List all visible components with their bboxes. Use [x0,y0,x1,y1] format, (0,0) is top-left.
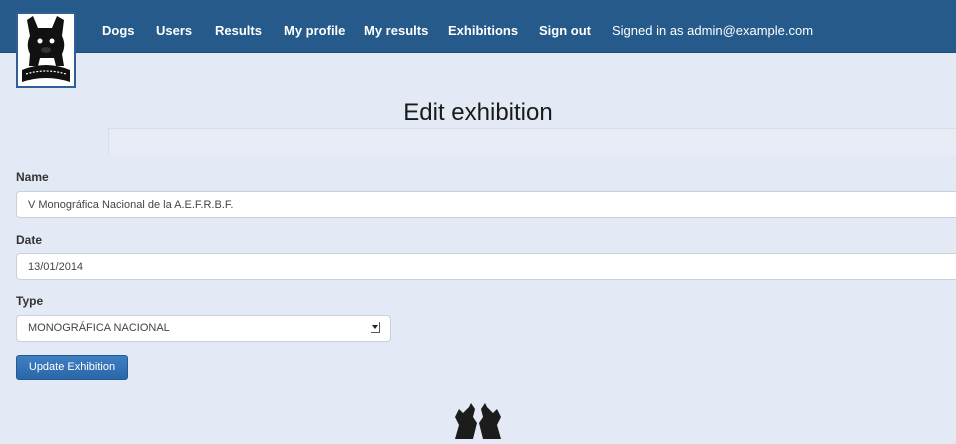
signed-in-status: Signed in as admin@example.com [612,23,814,38]
name-input[interactable] [16,191,956,218]
page-title: Edit exhibition [403,99,553,126]
date-label: Date [16,233,43,247]
type-label: Type [16,294,44,308]
nav-my-results-link[interactable]: My results [364,23,428,38]
nav-sign-out-link[interactable]: Sign out [539,23,591,38]
date-input[interactable] [16,253,956,280]
top-navbar: Dogs Users Results My profile My results… [0,0,956,53]
nav-exhibitions-link[interactable]: Exhibitions [448,23,518,38]
nav-dogs-link[interactable]: Dogs [102,23,135,38]
french-bulldog-logo-graphic [22,16,70,82]
title-panel [108,128,956,155]
french-bulldog-logo-icon[interactable] [16,12,76,88]
type-select[interactable]: MONOGRÁFICA NACIONAL [16,315,391,342]
name-label: Name [16,170,49,184]
type-select-value: MONOGRÁFICA NACIONAL [28,322,170,334]
nav-my-profile-link[interactable]: My profile [284,23,345,38]
nav-links: Dogs Users Results My profile My results… [0,0,956,52]
select-arrow-icon [371,322,380,333]
update-exhibition-button[interactable]: Update Exhibition [16,355,128,380]
nav-users-link[interactable]: Users [156,23,192,38]
two-bulldogs-graphic [455,403,501,439]
two-bulldogs-icon [451,399,505,439]
nav-results-link[interactable]: Results [215,23,262,38]
